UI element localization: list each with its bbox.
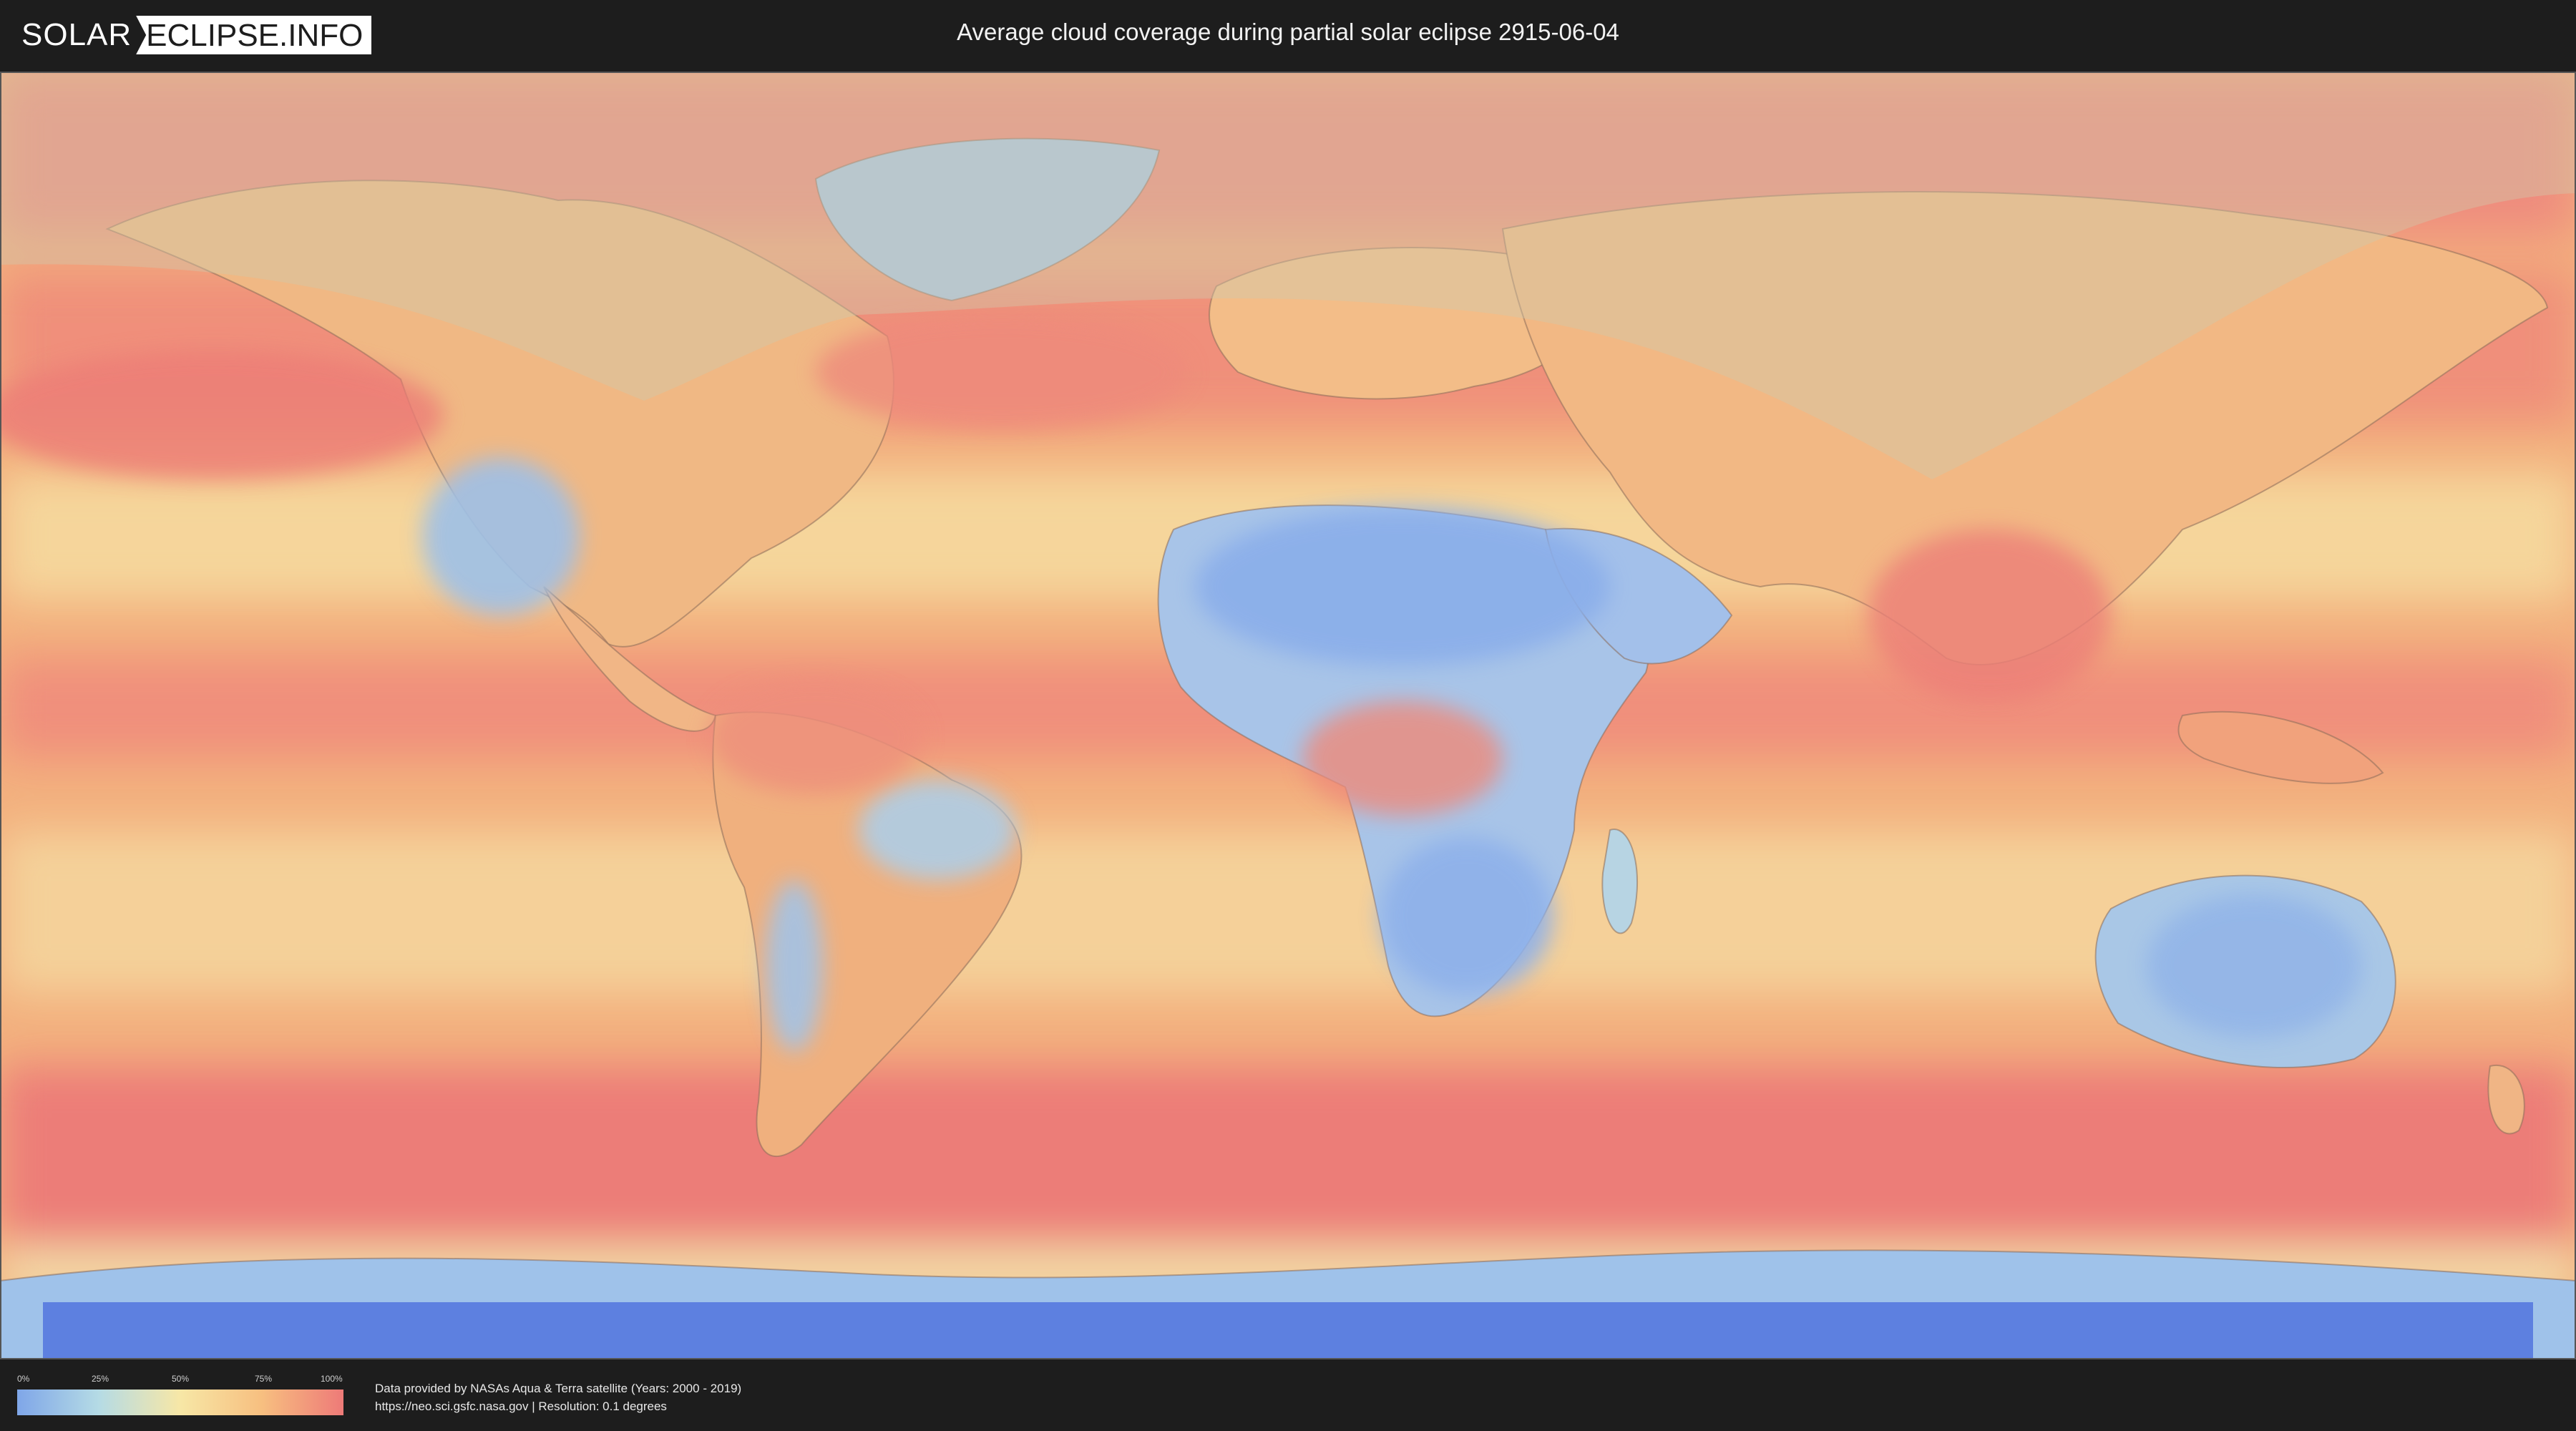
sahara-clear bbox=[1195, 508, 1610, 665]
brazil-clear bbox=[859, 780, 1016, 880]
kalahari-clear bbox=[1381, 837, 1553, 995]
page-title: Average cloud coverage during partial so… bbox=[957, 19, 1619, 45]
mexico-clear bbox=[422, 458, 580, 615]
legend-tick-50: 50% bbox=[172, 1374, 190, 1384]
australia-clear bbox=[2147, 894, 2361, 1037]
indochina-cloud bbox=[1868, 529, 2111, 701]
antarctic-ice bbox=[43, 1302, 2533, 1359]
legend-tick-100: 100% bbox=[321, 1374, 343, 1384]
credit-line-2: https://neo.sci.gsfc.nasa.gov | Resoluti… bbox=[375, 1400, 667, 1413]
atlantic-north-cloud bbox=[816, 315, 1188, 429]
amazon-cloud bbox=[708, 680, 923, 794]
header-bar: SOLAR ECLIPSE.INFO Average cloud coverag… bbox=[0, 0, 2576, 72]
credit-line-1: Data provided by NASAs Aqua & Terra sate… bbox=[375, 1382, 742, 1395]
southern-ocean-band bbox=[0, 1066, 2576, 1266]
map-panel bbox=[0, 72, 2576, 1359]
legend-tick-0: 0% bbox=[17, 1374, 30, 1384]
pacific-north-cloud bbox=[0, 351, 444, 479]
legend-tick-75: 75% bbox=[255, 1374, 273, 1384]
congo-cloud bbox=[1302, 701, 1503, 816]
footer-bar: 0% 25% 50% 75% 100% Data provided by NAS… bbox=[0, 1359, 2576, 1431]
data-credit: Data provided by NASAs Aqua & Terra sate… bbox=[375, 1379, 741, 1415]
andes-clear bbox=[766, 880, 823, 1052]
cloud-coverage-world-map[interactable] bbox=[0, 72, 2576, 1359]
legend-tick-25: 25% bbox=[92, 1374, 109, 1384]
legend-color-bar bbox=[17, 1390, 343, 1415]
